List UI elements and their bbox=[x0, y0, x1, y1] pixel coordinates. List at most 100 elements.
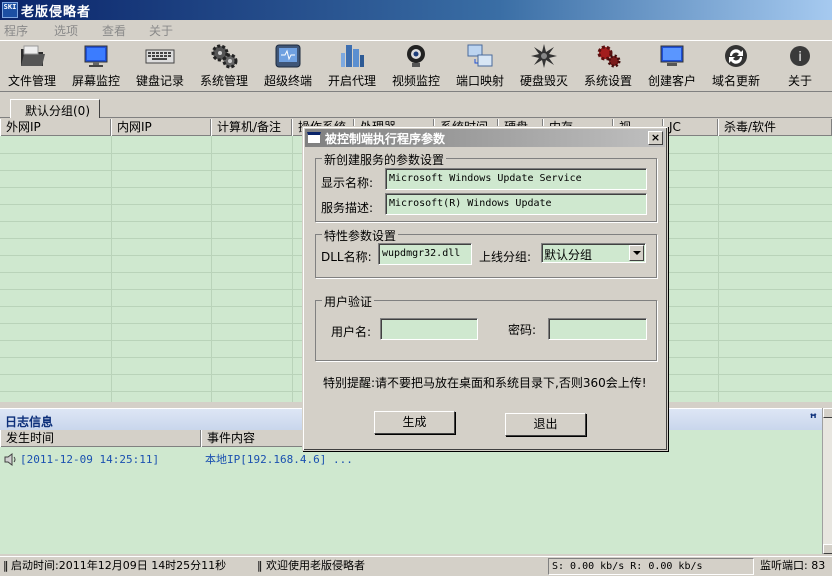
pin-icon[interactable]: ꟸ bbox=[810, 411, 817, 425]
status-welcome-text: 欢迎使用老版侵略者 bbox=[266, 559, 365, 572]
column-header-lan-ip[interactable]: 内网IP bbox=[111, 119, 211, 136]
window-titlebar: SKI 老版侵略者 bbox=[0, 0, 832, 20]
log-row[interactable]: [2011-12-09 14:25:11] 本地IP[192.168.4.6] … bbox=[0, 451, 353, 467]
toolbar-label: 系统设置 bbox=[583, 74, 632, 88]
log-event: 本地IP[192.168.4.6] ... bbox=[205, 453, 353, 466]
toolbar-label: 超级终端 bbox=[263, 74, 312, 88]
system-manager-button[interactable]: 系统管理 bbox=[192, 41, 256, 91]
menu-bar: 程序 选项 查看 关于 bbox=[0, 20, 832, 40]
port-mapping-icon bbox=[465, 42, 495, 70]
toolbar-label: 系统管理 bbox=[199, 74, 248, 88]
settings-icon bbox=[593, 42, 623, 70]
keylogger-button[interactable]: 键盘记录 bbox=[128, 41, 192, 91]
toolbar-label: 键盘记录 bbox=[135, 74, 184, 88]
refresh-icon bbox=[721, 42, 751, 70]
toolbar-label: 创建客户 bbox=[647, 74, 696, 88]
proxy-server-icon bbox=[337, 42, 367, 70]
status-start-time: 启动时间:2011年12月09日 14时25分11秒 bbox=[11, 559, 227, 572]
app-logo-icon: SKI bbox=[2, 2, 18, 18]
exit-button[interactable]: 退出 bbox=[505, 413, 586, 436]
dialog-titlebar[interactable]: 被控制端执行程序参数 × bbox=[305, 129, 665, 147]
toolbar: 文件管理 屏幕监控 键盘记录 系统管理 超级终端 开启代理 视频监控 端口映射 … bbox=[0, 40, 832, 92]
port-mapping-button[interactable]: 端口映射 bbox=[448, 41, 512, 91]
column-header-antivirus[interactable]: 杀毒/软件 bbox=[718, 119, 832, 136]
display-name-field[interactable]: Microsoft Windows Update Service bbox=[385, 168, 647, 190]
column-header-computer[interactable]: 计算机/备注 bbox=[211, 119, 292, 136]
dll-name-label: DLL名称: bbox=[321, 250, 372, 264]
group-tab-strip: 默认分组(0) bbox=[0, 93, 832, 118]
toolbar-label: 视频监控 bbox=[391, 74, 440, 88]
folder-icon bbox=[17, 42, 47, 70]
dialog-title: 被控制端执行程序参数 bbox=[325, 131, 446, 146]
online-group-select[interactable]: 默认分组 bbox=[541, 243, 646, 263]
warning-text: 特别提醒:请不要把马放在桌面和系统目录下,否则360会上传! bbox=[323, 376, 647, 390]
status-separator: ‖ bbox=[3, 559, 8, 572]
disk-destroy-button[interactable]: 硬盘毁灭 bbox=[512, 41, 576, 91]
monitor-icon bbox=[81, 42, 111, 70]
terminal-button[interactable]: 超级终端 bbox=[256, 41, 320, 91]
toolbar-label: 屏幕监控 bbox=[71, 74, 120, 88]
scroll-up-button[interactable] bbox=[823, 408, 832, 418]
file-manager-button[interactable]: 文件管理 bbox=[0, 41, 64, 91]
screen-monitor-button[interactable]: 屏幕监控 bbox=[64, 41, 128, 91]
toolbar-label: 端口映射 bbox=[455, 74, 504, 88]
build-params-dialog: 被控制端执行程序参数 × 新创建服务的参数设置 显示名称: Microsoft … bbox=[302, 126, 668, 451]
group-legend: 特性参数设置 bbox=[322, 227, 399, 244]
display-name-label: 显示名称: bbox=[321, 176, 374, 190]
password-field[interactable] bbox=[548, 318, 647, 340]
proxy-button[interactable]: 开启代理 bbox=[320, 41, 384, 91]
tab-default-group[interactable]: 默认分组(0) bbox=[10, 99, 100, 118]
column-header-time[interactable]: 发生时间 bbox=[0, 430, 201, 447]
grid-line bbox=[718, 136, 719, 402]
window-title: 老版侵略者 bbox=[21, 4, 92, 20]
username-field[interactable] bbox=[380, 318, 478, 340]
column-header-jc[interactable]: JC bbox=[663, 119, 718, 136]
toolbar-label: 硬盘毁灭 bbox=[519, 74, 568, 88]
window-icon bbox=[307, 132, 321, 144]
speaker-icon bbox=[4, 452, 16, 466]
group-legend: 新创建服务的参数设置 bbox=[322, 151, 447, 168]
system-settings-button[interactable]: 系统设置 bbox=[576, 41, 640, 91]
online-group-value: 默认分组 bbox=[544, 248, 593, 262]
description-field[interactable]: Microsoft(R) Windows Update bbox=[385, 193, 647, 215]
password-label: 密码: bbox=[508, 323, 537, 337]
log-scrollbar[interactable] bbox=[822, 408, 832, 554]
keyboard-icon bbox=[145, 42, 175, 70]
grid-line bbox=[111, 136, 112, 402]
username-label: 用户名: bbox=[331, 325, 372, 339]
online-group-label: 上线分组: bbox=[479, 250, 532, 264]
status-bar: ‖ 启动时间:2011年12月09日 14时25分11秒 ‖ 欢迎使用老版侵略者… bbox=[0, 556, 832, 576]
status-welcome: ‖ 欢迎使用老版侵略者 bbox=[257, 559, 365, 572]
menu-about[interactable]: 关于 bbox=[145, 22, 173, 39]
generate-button[interactable]: 生成 bbox=[374, 411, 455, 434]
video-monitor-button[interactable]: 视频监控 bbox=[384, 41, 448, 91]
description-label: 服务描述: bbox=[321, 201, 374, 215]
toolbar-label: 关于 bbox=[787, 74, 812, 88]
group-legend: 用户验证 bbox=[322, 293, 375, 310]
grid-line bbox=[211, 136, 212, 402]
toolbar-label: 域名更新 bbox=[711, 74, 760, 88]
chevron-down-icon[interactable] bbox=[629, 245, 644, 261]
terminal-icon bbox=[273, 42, 303, 70]
create-client-icon bbox=[657, 42, 687, 70]
column-header-wan-ip[interactable]: 外网IP bbox=[0, 119, 111, 136]
log-time: [2011-12-09 14:25:11] bbox=[20, 452, 160, 466]
svg-text:i: i bbox=[798, 50, 802, 65]
toolbar-label: 文件管理 bbox=[7, 74, 56, 88]
dll-name-field[interactable]: wupdmgr32.dll bbox=[378, 243, 472, 265]
log-title-text: 日志信息 bbox=[5, 415, 54, 429]
menu-options[interactable]: 选项 bbox=[50, 22, 98, 39]
gears-icon bbox=[209, 42, 239, 70]
status-speed: S: 0.00 kb/s R: 0.00 kb/s bbox=[548, 558, 754, 575]
create-client-button[interactable]: 创建客户 bbox=[640, 41, 704, 91]
menu-view[interactable]: 查看 bbox=[98, 22, 145, 39]
domain-update-button[interactable]: 域名更新 bbox=[704, 41, 768, 91]
toolbar-label: 开启代理 bbox=[327, 74, 376, 88]
webcam-icon bbox=[401, 42, 431, 70]
about-icon: i bbox=[785, 42, 815, 70]
scroll-down-button[interactable] bbox=[823, 544, 832, 554]
menu-program[interactable]: 程序 bbox=[0, 22, 50, 39]
about-button[interactable]: i 关于 bbox=[768, 41, 832, 91]
close-icon[interactable]: × bbox=[648, 131, 663, 145]
status-port: 监听端口: 83 bbox=[760, 559, 826, 572]
